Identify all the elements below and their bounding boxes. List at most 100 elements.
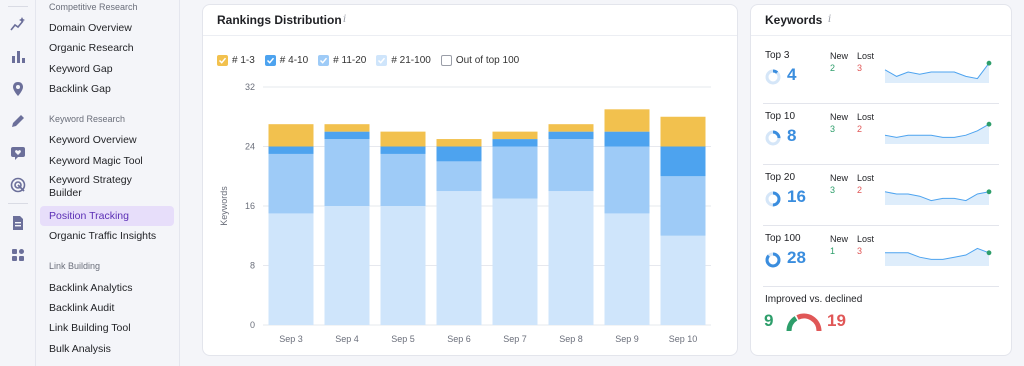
rail-divider: [8, 6, 28, 7]
x-tick-label: Sep 4: [335, 334, 359, 344]
legend-label: # 21-100: [391, 54, 431, 66]
legend-item-out-of-top-100[interactable]: Out of top 100: [440, 53, 520, 67]
bar-segment: [436, 139, 482, 147]
improved-declined-gauge-icon: [786, 313, 822, 332]
bar-segment: [380, 131, 426, 147]
sidebar-item-backlink-analytics[interactable]: Backlink Analytics: [40, 278, 174, 298]
card-title: Rankings Distribution: [217, 13, 342, 27]
sidebar-item-keyword-magic-tool[interactable]: Keyword Magic Tool: [40, 151, 174, 171]
keyword-count: 8: [787, 126, 797, 145]
new-count: 2: [830, 63, 836, 73]
legend-item-21-100[interactable]: # 21-100: [376, 53, 431, 67]
sidebar-item-bulk-analysis[interactable]: Bulk Analysis: [40, 339, 174, 359]
progress-ring-icon: [765, 69, 781, 85]
checkbox-checked-icon[interactable]: [318, 54, 330, 66]
pencil-icon[interactable]: [9, 112, 27, 130]
new-label: New: [830, 234, 849, 244]
lost-label: Lost: [857, 112, 875, 122]
sidebar-item-position-tracking[interactable]: Position Tracking: [40, 206, 174, 226]
x-tick-label: Sep 7: [503, 334, 527, 344]
trend-sparkline: [884, 189, 992, 205]
bar-segment: [548, 124, 594, 132]
lost-label: Lost: [857, 51, 875, 61]
sidebar-item-backlink-audit[interactable]: Backlink Audit: [40, 298, 174, 318]
card-divider: [203, 35, 737, 36]
keyword-row[interactable]: Top 3 4 New Lost 2 3: [763, 43, 999, 104]
legend-label: Out of top 100: [455, 54, 520, 66]
checkbox-checked-icon[interactable]: [376, 54, 388, 66]
document-icon[interactable]: [9, 214, 27, 232]
info-icon[interactable]: i: [343, 14, 346, 25]
sidebar-item-backlink-gap[interactable]: Backlink Gap: [40, 79, 174, 99]
sparkline-area: [885, 124, 989, 144]
keyword-row[interactable]: Top 100 28 New Lost 1 3: [763, 226, 999, 287]
lost-count: 3: [857, 246, 863, 256]
sidebar-item-domain-overview[interactable]: Domain Overview: [40, 18, 174, 38]
keyword-row-label: Top 100: [765, 233, 801, 244]
sidebar-item-keyword-overview[interactable]: Keyword Overview: [40, 130, 174, 150]
checkbox-checked-icon[interactable]: [264, 54, 276, 66]
keyword-row[interactable]: Top 10 8 New Lost 3 2: [763, 104, 999, 165]
bar-segment: [604, 109, 650, 132]
keyword-count: 16: [787, 187, 806, 206]
ring-track: [765, 69, 781, 85]
y-tick-label: 32: [245, 82, 255, 92]
sparkline-area: [885, 63, 989, 83]
bar-segment: [268, 146, 314, 154]
bar-segment: [324, 206, 370, 325]
x-tick-label: Sep 5: [391, 334, 415, 344]
sidebar-heading: Keyword Research: [49, 114, 126, 124]
sidebar-item-keyword-gap[interactable]: Keyword Gap: [40, 59, 174, 79]
chat-heart-icon[interactable]: [9, 144, 27, 162]
keyword-row-label: Top 3: [765, 50, 790, 61]
sidebar-nav: Competitive Research Domain Overview Org…: [36, 0, 180, 366]
lost-count: 2: [857, 124, 863, 134]
sparkline-end-dot: [986, 189, 992, 195]
bar-segment: [492, 131, 538, 140]
bar-segment: [492, 198, 538, 325]
legend-item-11-20[interactable]: # 11-20: [318, 53, 366, 67]
sidebar-item-organic-research[interactable]: Organic Research: [40, 38, 174, 58]
bar-segment: [604, 146, 650, 214]
bar-segment: [324, 124, 370, 132]
x-tick-label: Sep 6: [447, 334, 471, 344]
sparkline-end-dot: [986, 121, 992, 127]
new-count: 3: [830, 124, 836, 134]
progress-ring-icon: [765, 252, 781, 268]
checkbox-unchecked-icon[interactable]: [440, 54, 452, 66]
bar-segment: [548, 191, 594, 325]
checkbox-checked-icon[interactable]: [217, 54, 228, 66]
bar-segment: [268, 124, 314, 147]
target-icon[interactable]: [9, 176, 27, 194]
sidebar-item-organic-traffic-insights[interactable]: Organic Traffic Insights: [40, 226, 174, 246]
bar-segment: [660, 116, 706, 147]
x-tick-label: Sep 10: [669, 334, 698, 344]
bar-chart-icon[interactable]: [9, 48, 27, 66]
bar-segment: [492, 146, 538, 199]
trend-sparkline: [884, 60, 992, 83]
sidebar-item-link-building-tool[interactable]: Link Building Tool: [40, 318, 174, 338]
info-icon[interactable]: i: [828, 14, 831, 25]
lost-count: 2: [857, 185, 863, 195]
y-tick-label: 8: [250, 261, 255, 271]
bar-segment: [492, 139, 538, 147]
sidebar-heading: Link Building: [49, 261, 101, 271]
trend-sparkline: [885, 247, 992, 266]
sidebar-item-keyword-strategy-builder[interactable]: Keyword Strategy Builder: [40, 172, 150, 202]
bar-segment: [324, 139, 370, 206]
progress-ring-icon: [765, 191, 781, 207]
sparkle-chart-icon[interactable]: [9, 16, 27, 34]
keywords-card: Keywords i Top 3 4 New Lost 2 3 Top 10 8 New Lost…: [750, 4, 1012, 356]
keyword-row[interactable]: Top 20 16 New Lost 3 2: [763, 165, 999, 226]
legend-item-1-3[interactable]: # 1-3: [217, 53, 255, 67]
location-pin-icon[interactable]: [9, 80, 27, 98]
bar-segment: [660, 176, 706, 236]
keyword-row-label: Top 10: [765, 111, 796, 122]
legend-item-4-10[interactable]: # 4-10: [264, 53, 308, 67]
improved-vs-declined-label: Improved vs. declined: [765, 294, 863, 305]
apps-icon[interactable]: [9, 246, 27, 264]
sparkline-end-dot: [986, 250, 992, 256]
bar-segment: [548, 139, 594, 192]
keyword-row-label: Top 20: [765, 172, 796, 183]
y-tick-label: 0: [250, 320, 255, 330]
